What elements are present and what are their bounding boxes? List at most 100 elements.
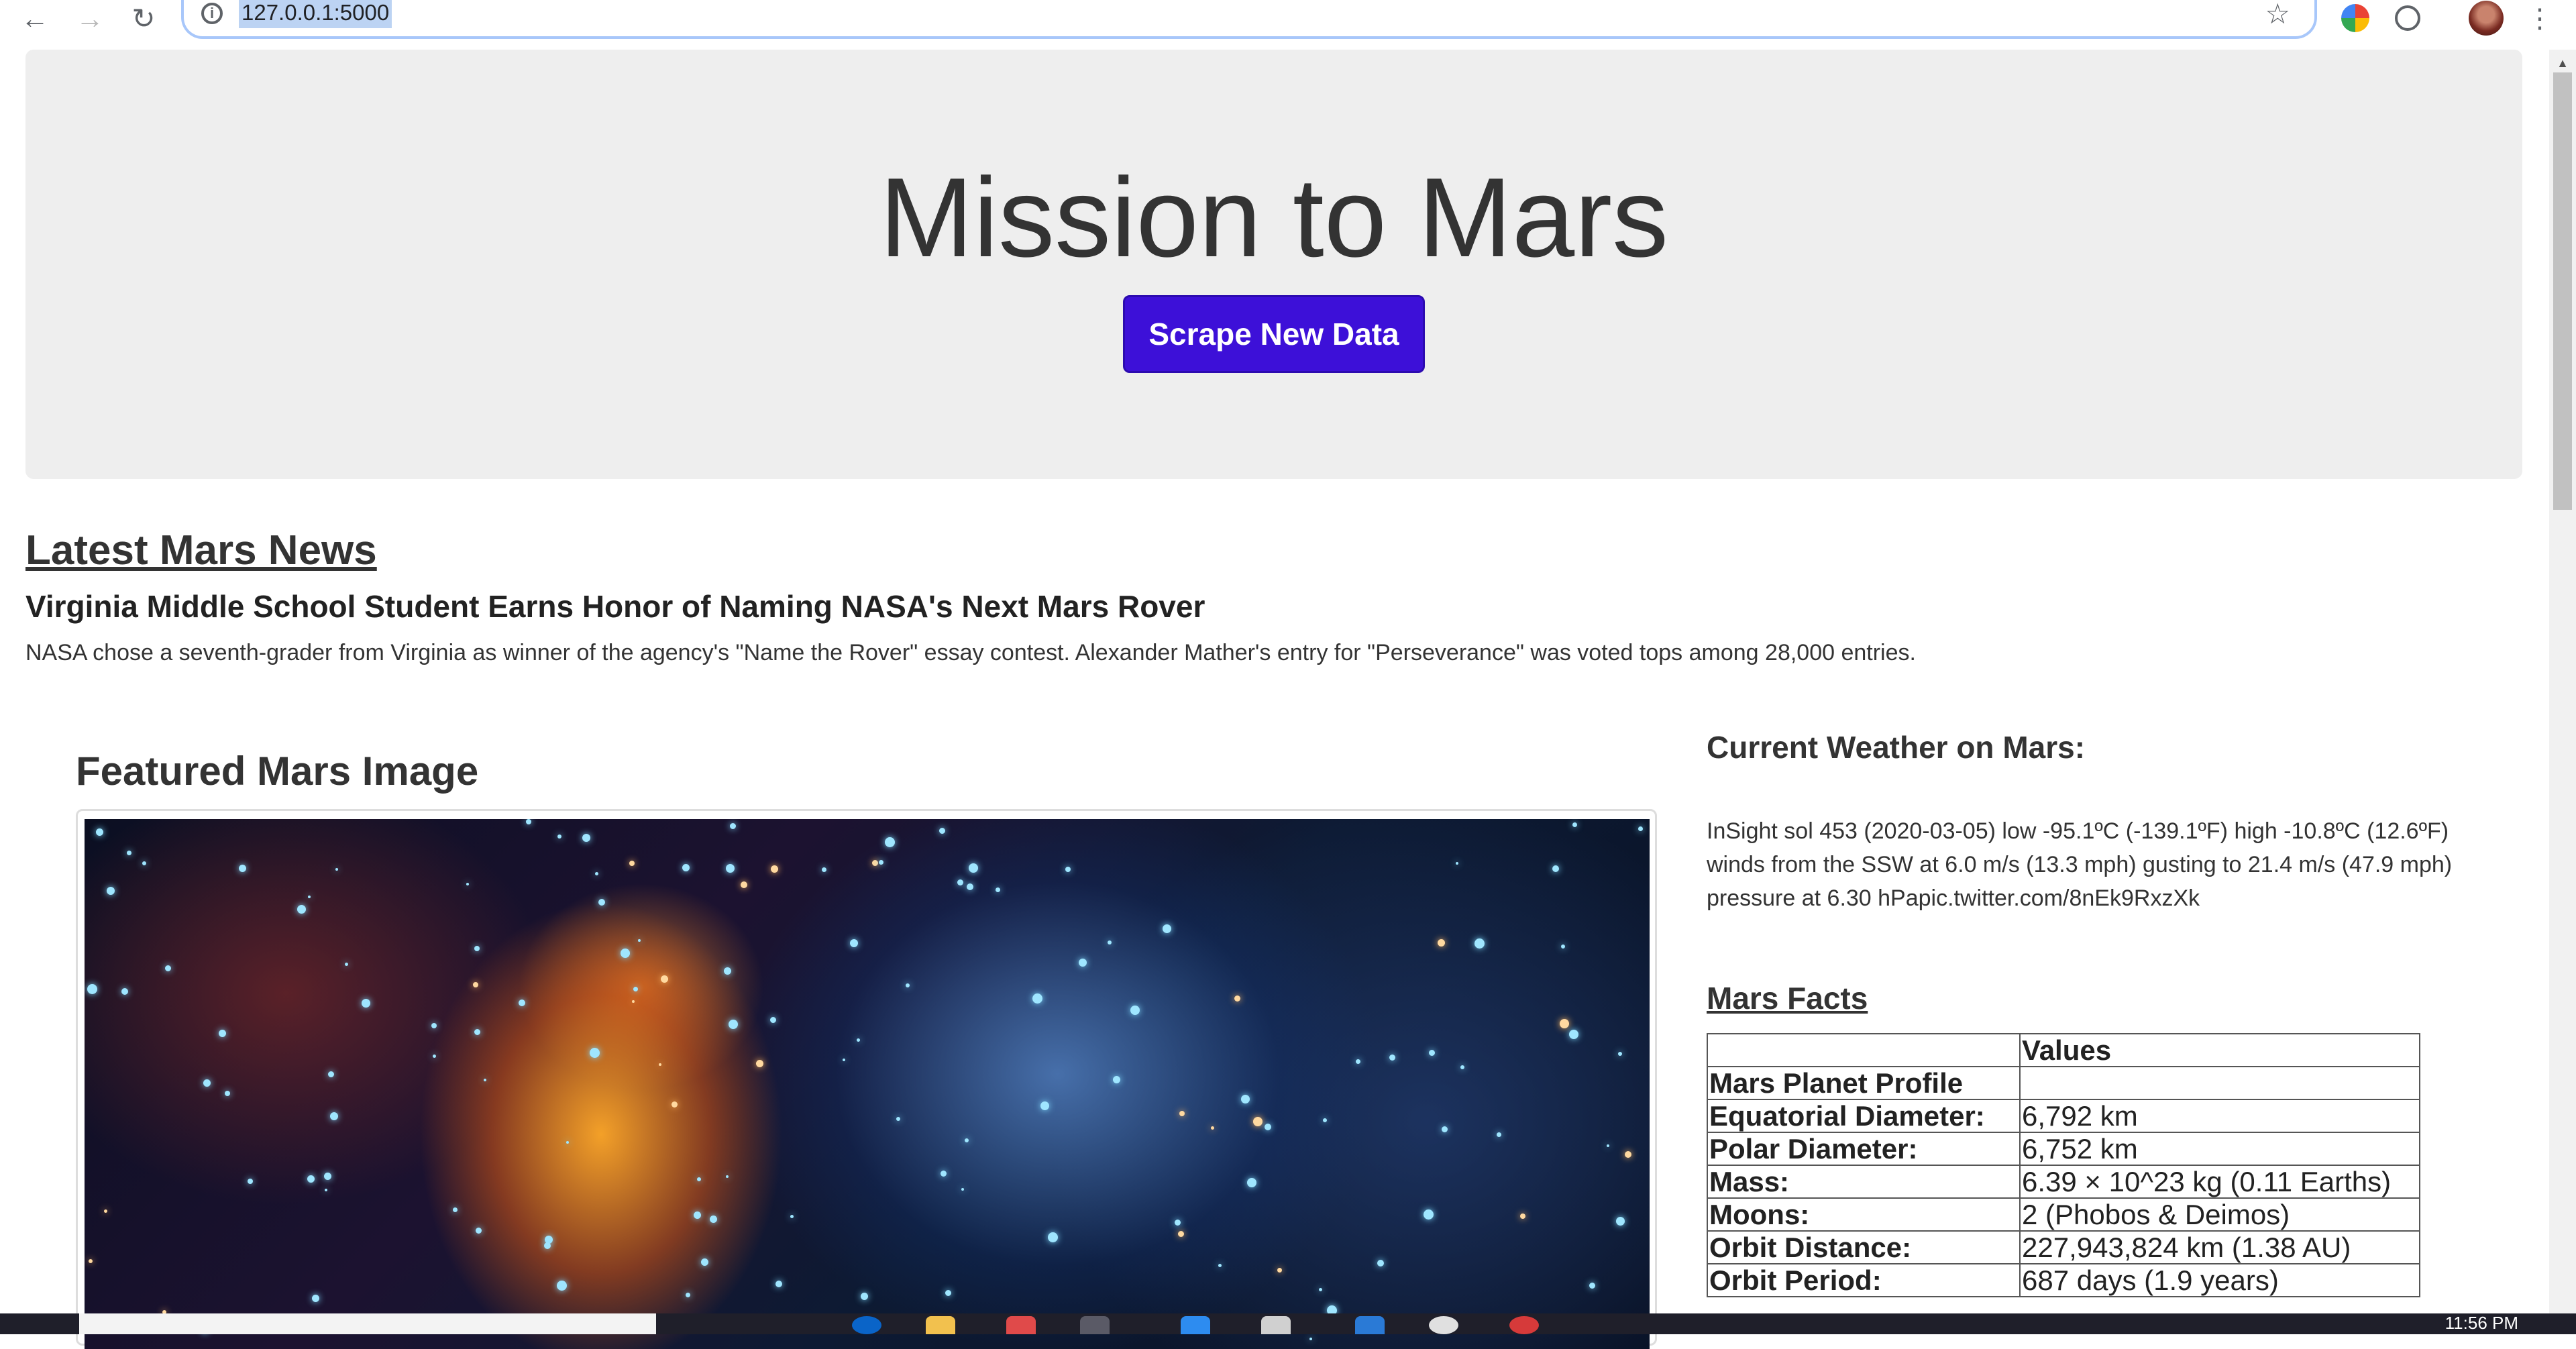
star-dot [484,1079,486,1081]
star-dot [595,872,598,875]
table-row: Mass: 6.39 × 10^23 kg (0.11 Earths) [1707,1165,2420,1199]
table-cell: 6.39 × 10^23 kg (0.11 Earths) [2019,1165,2420,1199]
extension-icon[interactable] [2395,5,2420,31]
star-dot [843,1059,845,1061]
table-row: Equatorial Diameter: 6,792 km [1707,1099,2420,1133]
url-text[interactable]: 127.0.0.1:5000 [239,0,392,28]
star-dot [1429,1050,1435,1056]
star-dot [590,1048,600,1058]
back-icon[interactable]: ← [19,3,51,35]
star-dot [1572,822,1577,827]
star-dot [165,965,171,971]
star-dot [661,975,668,983]
table-row: Moons: 2 (Phobos & Deimos) [1707,1197,2420,1232]
star-dot [885,837,895,847]
star-dot [476,1228,482,1234]
table-cell [2019,1066,2420,1100]
star-dot [790,1215,794,1218]
star-dot [906,983,910,987]
star-dot [1377,1260,1384,1266]
star-dot [967,883,973,890]
app-icon[interactable] [1509,1316,1539,1334]
star-dot [307,1175,315,1183]
forward-icon[interactable]: → [74,3,106,35]
app-icon[interactable] [1261,1316,1291,1334]
star-dot [142,861,146,865]
address-bar[interactable]: i 127.0.0.1:5000 ☆ [181,0,2317,39]
star-dot [1323,1118,1327,1122]
extension-icon[interactable] [2341,4,2369,32]
star-dot [127,851,131,855]
folder-icon[interactable] [926,1316,955,1334]
menu-dots-icon[interactable]: ⋮ [2526,3,2553,35]
weather-heading: Current Weather on Mars: [1707,730,2086,765]
star-dot [729,1020,738,1029]
star-dot [557,834,561,839]
star-dot [1497,1132,1501,1137]
star-dot [297,905,306,914]
star-dot [701,1258,708,1266]
jumbotron: Mission to Mars Scrape New Data [25,50,2522,479]
scrape-new-data-button[interactable]: Scrape New Data [1123,295,1425,373]
star-dot [1211,1126,1214,1130]
star-dot [473,982,478,987]
star-dot [1569,1030,1578,1039]
star-dot [1175,1220,1181,1226]
app-icon[interactable] [1006,1316,1036,1334]
page-scrollbar[interactable]: ▲ [2549,50,2576,1314]
star-dot [633,987,638,991]
star-dot [345,963,348,966]
star-dot [362,999,370,1008]
star-dot [219,1030,226,1037]
taskbar-clock[interactable]: 11:56 PM [2445,1313,2518,1332]
star-dot [557,1281,567,1291]
star-dot [566,1141,569,1144]
chrome-icon[interactable] [1080,1316,1110,1334]
star-dot [1442,1126,1448,1132]
star-dot [1561,945,1565,949]
featured-mars-image[interactable] [85,819,1650,1349]
app-icon[interactable] [1181,1316,1210,1334]
star-icon[interactable]: ☆ [2265,0,2290,30]
star-dot [582,834,590,842]
star-dot [225,1091,230,1096]
star-dot [431,1023,437,1028]
star-dot [961,1188,964,1191]
news-title: Virginia Middle School Student Earns Hon… [25,589,1205,624]
table-header-row: Values [1707,1033,2420,1067]
vscode-icon[interactable] [1355,1316,1385,1334]
profile-avatar[interactable] [2469,1,2504,36]
star-dot [1552,865,1559,872]
star-dot [726,864,735,873]
star-dot [638,939,641,942]
star-dot [1163,924,1171,933]
page-title: Mission to Mars [879,154,1669,280]
star-dot [1319,1288,1322,1291]
star-dot [1277,1268,1282,1273]
mars-facts-table: Values Mars Planet Profile Equatorial Di… [1707,1033,2420,1297]
table-row: Orbit Period: 687 days (1.9 years) [1707,1263,2420,1297]
star-dot [96,828,103,836]
star-dot [544,1242,551,1249]
star-dot [107,887,115,895]
star-dot [1048,1232,1058,1242]
star-dot [1625,1151,1631,1158]
table-row: Polar Diameter: 6,752 km [1707,1132,2420,1166]
edge-icon[interactable] [852,1316,881,1334]
table-row-label: Orbit Distance: [1707,1230,2021,1264]
taskbar-search-box[interactable] [79,1313,656,1334]
star-dot [965,1138,969,1142]
app-icon[interactable] [1429,1316,1458,1334]
star-dot [945,1290,951,1296]
star-dot [629,861,635,866]
star-dot [1247,1178,1256,1187]
table-cell: 227,943,824 km (1.38 AU) [2019,1230,2420,1264]
star-dot [1241,1095,1250,1103]
table-cell: 2 (Phobos & Deimos) [2019,1197,2420,1232]
info-icon[interactable]: i [201,3,223,24]
reload-icon[interactable]: ↻ [127,3,160,35]
scroll-thumb[interactable] [2553,72,2572,510]
star-dot [621,949,630,958]
star-dot [996,887,1000,892]
star-dot [328,1071,334,1077]
